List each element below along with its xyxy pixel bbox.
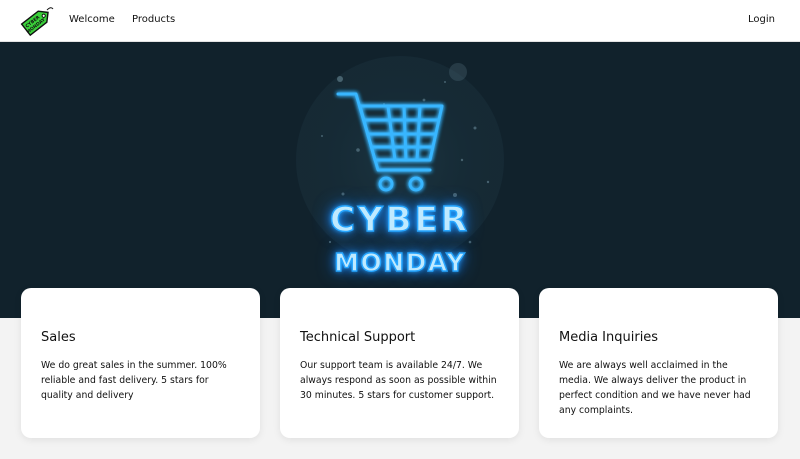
- nav-welcome-link[interactable]: Welcome: [69, 14, 115, 25]
- card-sales: Sales We do great sales in the summer. 1…: [21, 288, 260, 438]
- card-technical-support: Technical Support Our support team is av…: [280, 288, 519, 438]
- card-body: We do great sales in the summer. 100% re…: [41, 360, 227, 401]
- navbar: CYBER MONDAY Welcome Products Login: [0, 0, 800, 42]
- card-title: Technical Support: [300, 330, 416, 345]
- hero-title-monday: MONDAY: [333, 247, 466, 277]
- hero-title-cyber: CYBER: [329, 199, 470, 240]
- card-title: Media Inquiries: [559, 330, 659, 345]
- card-body: Our support team is available 24/7. We a…: [300, 360, 497, 401]
- nav-login-link[interactable]: Login: [748, 14, 775, 25]
- nav-products-link[interactable]: Products: [132, 14, 175, 25]
- card-media-inquiries: Media Inquiries We are always well accla…: [539, 288, 778, 438]
- hero-banner: CYBER MONDAY: [0, 42, 800, 318]
- logo[interactable]: CYBER MONDAY: [20, 4, 54, 38]
- card-title: Sales: [41, 330, 76, 345]
- cyber-monday-tag-icon: CYBER MONDAY: [20, 7, 54, 37]
- card-body: We are always well acclaimed in the medi…: [559, 360, 751, 416]
